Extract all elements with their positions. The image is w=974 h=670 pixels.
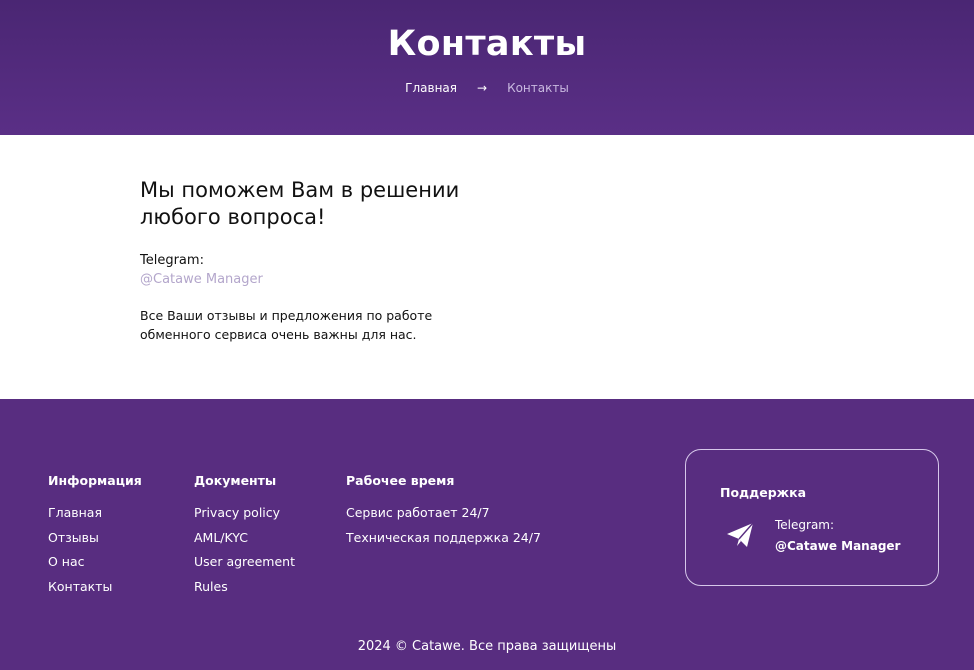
footer-link-reviews[interactable]: Отзывы <box>48 530 142 545</box>
page-header: Контакты Главная → Контакты <box>0 0 974 135</box>
footer-info-title: Информация <box>48 473 142 488</box>
footer-link-home[interactable]: Главная <box>48 506 142 520</box>
copyright: 2024 © Catawe. Все права защищены <box>357 639 617 654</box>
support-title: Поддержка <box>720 485 807 500</box>
page-title: Контакты <box>387 24 587 64</box>
telegram-manager-link[interactable]: @Catawe Manager <box>140 272 263 287</box>
breadcrumb-home-link[interactable]: Главная <box>405 81 457 95</box>
footer-link-aml-kyc[interactable]: AML/KYC <box>194 530 295 545</box>
hours-support: Техническая поддержка 24/7 <box>346 529 541 545</box>
breadcrumb-arrow-icon: → <box>477 81 488 95</box>
breadcrumb: Главная → Контакты <box>0 81 974 95</box>
telegram-label: Telegram: <box>140 253 204 268</box>
support-telegram-label: Telegram: <box>775 518 835 532</box>
footer-hours-column: Рабочее время Сервис работает 24/7 Техни… <box>346 473 541 555</box>
breadcrumb-current: Контакты <box>507 81 569 95</box>
contacts-section: Мы поможем Вам в решении любого вопроса!… <box>0 135 974 399</box>
site-footer: Информация Главная Отзывы О нас Контакты… <box>0 399 974 670</box>
telegram-plane-icon[interactable] <box>726 522 754 548</box>
footer-link-rules[interactable]: Rules <box>194 579 295 594</box>
footer-link-privacy-policy[interactable]: Privacy policy <box>194 506 295 520</box>
footer-link-contacts[interactable]: Контакты <box>48 579 142 594</box>
support-telegram-link[interactable]: @Catawe Manager <box>775 539 900 553</box>
footer-docs-column: Документы Privacy policy AML/KYC User ag… <box>194 473 295 604</box>
support-card: Поддержка Telegram: @Catawe Manager <box>685 449 939 586</box>
hours-service: Сервис работает 24/7 <box>346 505 490 520</box>
footer-link-about[interactable]: О нас <box>48 555 142 569</box>
feedback-note: Все Ваши отзывы и предложения по работе … <box>140 308 433 342</box>
footer-docs-title: Документы <box>194 473 277 488</box>
footer-link-user-agreement[interactable]: User agreement <box>194 555 295 569</box>
footer-info-column: Информация Главная Отзывы О нас Контакты <box>48 473 142 604</box>
footer-hours-title: Рабочее время <box>346 473 455 488</box>
contacts-heading: Мы поможем Вам в решении любого вопроса! <box>140 178 460 229</box>
